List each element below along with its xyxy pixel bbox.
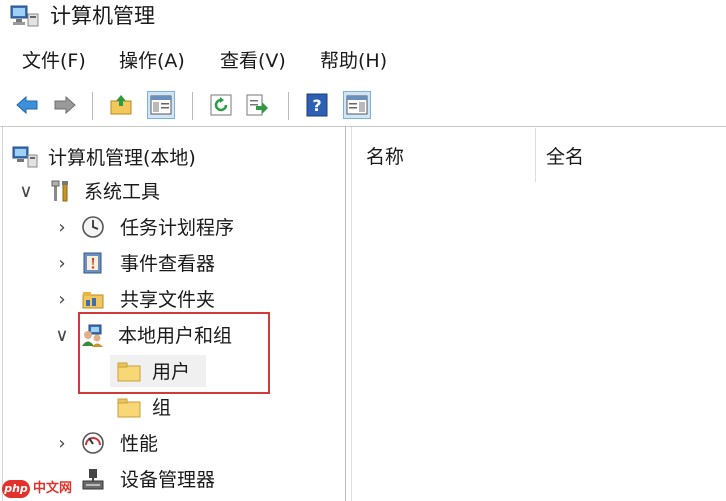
svg-text:?: ?: [312, 96, 321, 115]
show-hide-console-tree-icon[interactable]: [147, 91, 175, 119]
toolbar-separator: [288, 92, 289, 120]
tree-item-label: 任务计划程序: [120, 217, 235, 239]
show-hide-action-pane-icon[interactable]: [343, 91, 371, 119]
back-arrow-icon[interactable]: [14, 92, 40, 118]
tree-item-label: 事件查看器: [120, 253, 216, 275]
annotation-highlight-box: [78, 312, 270, 394]
column-full-name[interactable]: 全名: [546, 144, 584, 170]
chevron-right-icon[interactable]: ›: [54, 287, 70, 313]
menu-file[interactable]: 文件(F): [22, 48, 86, 74]
tree-item-label: 系统工具: [84, 181, 161, 203]
menu-action[interactable]: 操作(A): [119, 48, 185, 74]
folder-icon: [116, 394, 142, 420]
tree-item-label: 共享文件夹: [120, 289, 216, 311]
watermark-text: 中文网: [33, 481, 73, 496]
tree-item-label: 设备管理器: [120, 469, 216, 491]
tree-item-groups[interactable]: 组: [0, 391, 345, 425]
tree-item-label: 计算机管理(本地): [48, 147, 196, 169]
shared-folder-icon: [80, 286, 106, 312]
column-name[interactable]: 名称: [366, 144, 404, 170]
pane-splitter[interactable]: [345, 127, 346, 501]
tree-item-label: 性能: [120, 433, 159, 455]
chevron-down-icon[interactable]: ∨: [54, 323, 70, 349]
menu-help[interactable]: 帮助(H): [320, 48, 387, 74]
forward-arrow-icon[interactable]: [52, 92, 78, 118]
computer-management-icon: [10, 4, 40, 28]
tree-item-performance[interactable]: › 性能: [0, 427, 345, 461]
refresh-icon[interactable]: [208, 92, 234, 118]
window-title: 计算机管理: [50, 4, 155, 28]
up-folder-icon[interactable]: [108, 92, 134, 118]
tree-item-system-tools[interactable]: ∨ 系统工具: [0, 175, 345, 209]
tree-item-computer-management[interactable]: 计算机管理(本地): [0, 141, 345, 175]
performance-gauge-icon: [80, 430, 106, 456]
pane-splitter-edge: [351, 127, 352, 501]
tools-icon: [48, 178, 74, 204]
chevron-right-icon[interactable]: ›: [54, 215, 70, 241]
watermark-badge: php: [2, 480, 30, 498]
title-bar: 计算机管理: [0, 0, 726, 34]
chevron-right-icon[interactable]: ›: [54, 431, 70, 457]
menu-bar: 文件(F) 操作(A) 查看(V) 帮助(H): [0, 44, 726, 78]
toolbar-separator: [92, 92, 93, 120]
event-log-icon: [80, 250, 106, 276]
chevron-right-icon[interactable]: ›: [54, 251, 70, 277]
tree-item-event-viewer[interactable]: › 事件查看器: [0, 247, 345, 281]
export-list-icon[interactable]: [244, 92, 270, 118]
tree-item-task-scheduler[interactable]: › 任务计划程序: [0, 211, 345, 245]
computer-management-icon: [12, 144, 38, 170]
watermark: php 中文网: [0, 478, 90, 501]
tree-item-label: 组: [152, 397, 172, 419]
toolbar-separator: [192, 92, 193, 120]
toolbar: ?: [0, 86, 726, 124]
chevron-down-icon[interactable]: ∨: [18, 179, 34, 205]
clock-icon: [80, 214, 106, 240]
menu-view[interactable]: 查看(V): [220, 48, 286, 74]
list-header: 名称 全名: [352, 138, 726, 178]
help-icon[interactable]: ?: [304, 92, 330, 118]
